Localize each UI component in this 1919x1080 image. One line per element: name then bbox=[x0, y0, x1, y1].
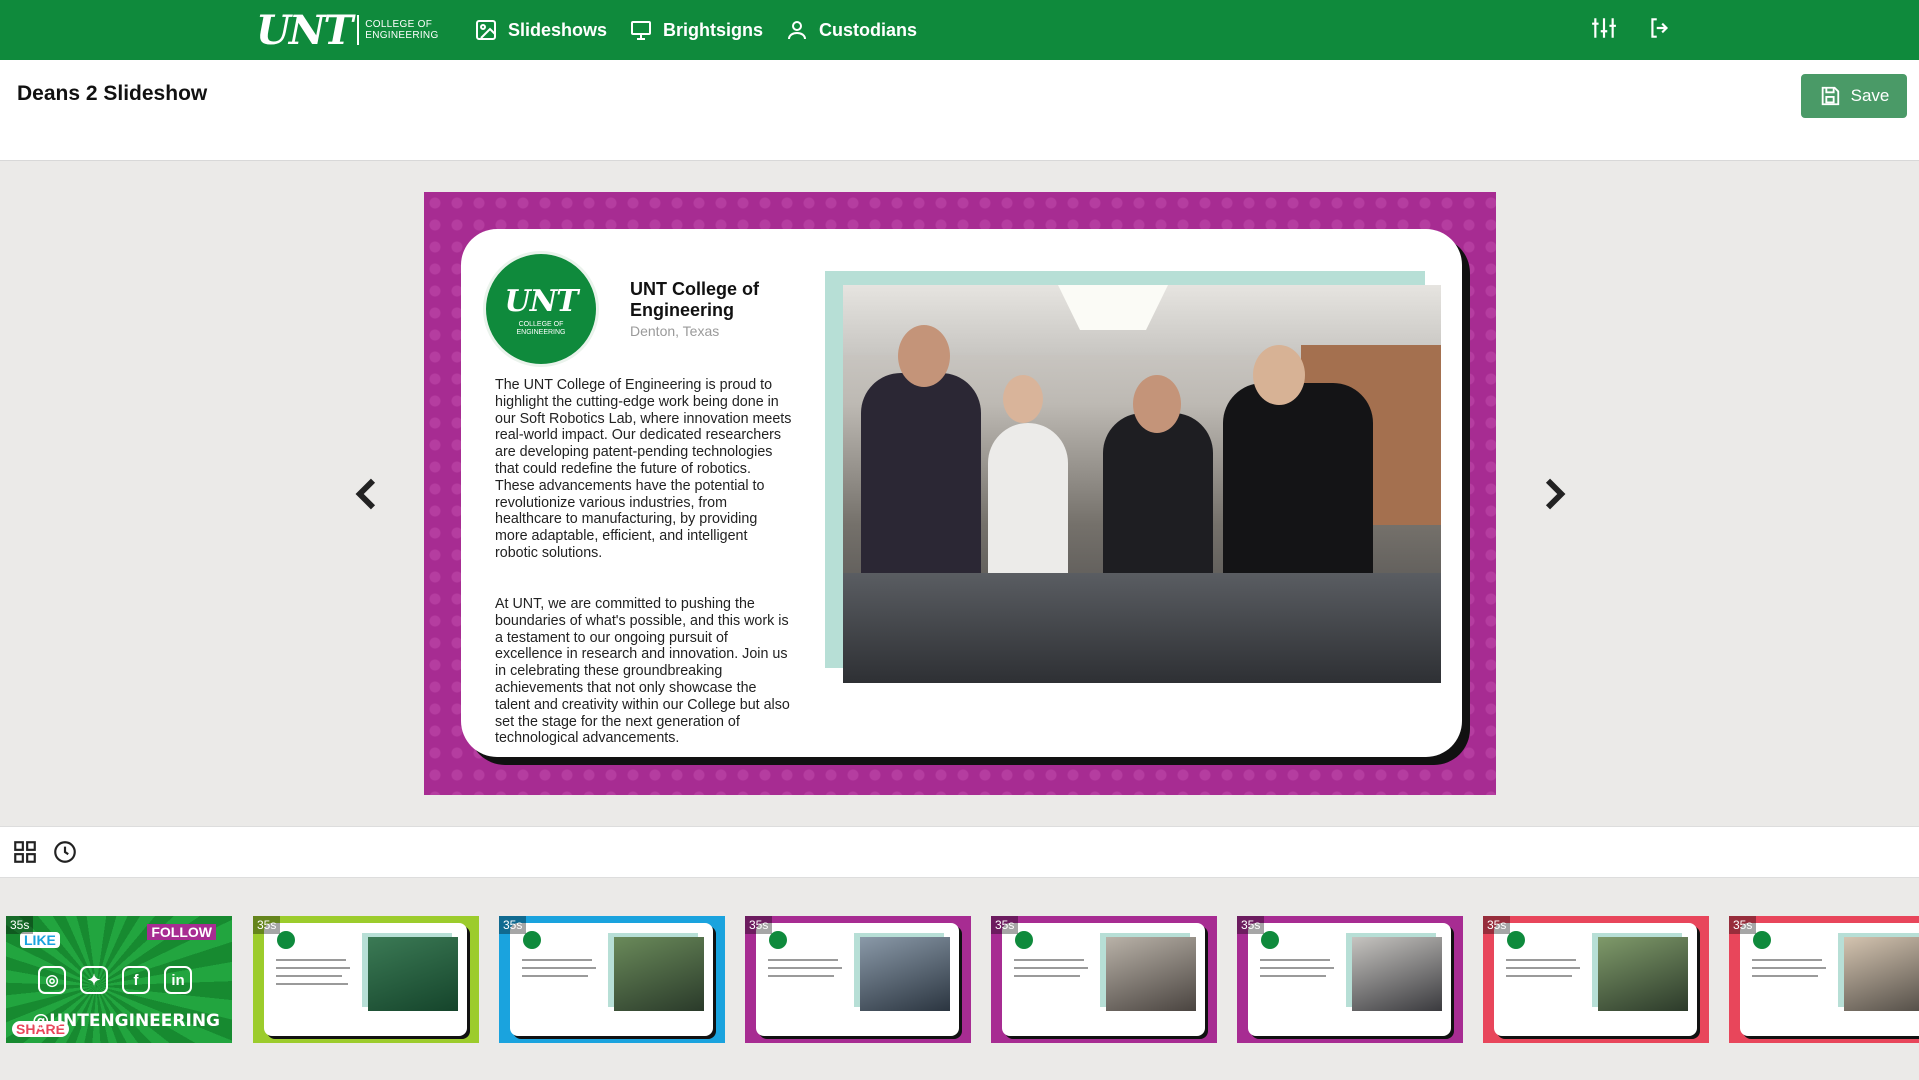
next-slide-button[interactable] bbox=[1533, 474, 1573, 514]
slide-duration: 35s bbox=[6, 916, 34, 934]
slide-thumbnail-2[interactable]: 35s bbox=[253, 916, 479, 1043]
slide-thumbnail-8[interactable]: 35s bbox=[1729, 916, 1919, 1043]
top-navigation-bar: UNT COLLEGE OF ENGINEERING Slideshows Br… bbox=[0, 0, 1919, 60]
slide-duration: 35s bbox=[991, 916, 1019, 934]
previous-slide-button[interactable] bbox=[348, 474, 388, 514]
follow-label: FOLLOW bbox=[147, 924, 216, 940]
chevron-right-icon bbox=[1545, 478, 1566, 510]
clock-icon bbox=[54, 841, 76, 863]
slide-thumbnail-3[interactable]: 35s bbox=[499, 916, 725, 1043]
unt-logo[interactable]: UNT COLLEGE OF ENGINEERING bbox=[256, 4, 439, 56]
social-icons: ◎ ✦ f in bbox=[38, 966, 192, 994]
org-name: UNT College of Engineering bbox=[630, 279, 759, 320]
slide-duration: 35s bbox=[1729, 916, 1757, 934]
logout-button[interactable] bbox=[1647, 15, 1673, 46]
page-header: Deans 2 Slideshow Save bbox=[0, 60, 1919, 161]
slide-thumbnail-4[interactable]: 35s bbox=[745, 916, 971, 1043]
slide-thumbnail-1[interactable]: LIKE FOLLOW ◎ ✦ f in SHARE @UNTENGINEERI… bbox=[6, 916, 232, 1043]
settings-sliders-button[interactable] bbox=[1591, 15, 1617, 46]
slide-stage: UNT COLLEGE OF ENGINEERING UNT College o… bbox=[0, 161, 1919, 826]
slide-duration: 35s bbox=[499, 916, 527, 934]
grid-view-button[interactable] bbox=[12, 839, 38, 865]
nav-custodians-label: Custodians bbox=[819, 19, 918, 40]
nav-custodians[interactable]: Custodians bbox=[785, 18, 917, 42]
slide-preview: UNT COLLEGE OF ENGINEERING UNT College o… bbox=[424, 192, 1496, 795]
filmstrip-toolbar bbox=[0, 826, 1919, 878]
instagram-icon: ◎ bbox=[38, 966, 66, 994]
slide-paragraph-1: The UNT College of Engineering is proud … bbox=[495, 377, 792, 561]
badge-subtitle: COLLEGE OF ENGINEERING bbox=[516, 321, 566, 336]
nav-brightsigns-label: Brightsigns bbox=[663, 19, 764, 40]
timing-button[interactable] bbox=[52, 839, 78, 865]
sliders-icon bbox=[1592, 17, 1616, 38]
nav-brightsigns[interactable]: Brightsigns bbox=[629, 18, 763, 42]
org-location: Denton, Texas bbox=[630, 323, 720, 339]
facebook-icon: f bbox=[122, 966, 150, 994]
like-label: LIKE bbox=[20, 932, 60, 948]
page-title: Deans 2 Slideshow bbox=[17, 82, 208, 105]
nav-slideshows[interactable]: Slideshows bbox=[474, 18, 607, 42]
college-badge: UNT COLLEGE OF ENGINEERING bbox=[483, 251, 599, 367]
linkedin-icon: in bbox=[164, 966, 192, 994]
chevron-left-icon bbox=[355, 478, 376, 510]
save-button-label: Save bbox=[1850, 86, 1890, 105]
slide-thumbnail-7[interactable]: 35s bbox=[1483, 916, 1709, 1043]
slide-paragraph-2: At UNT, we are committed to pushing the … bbox=[495, 596, 790, 747]
user-icon bbox=[788, 21, 807, 40]
save-button[interactable]: Save bbox=[1801, 74, 1907, 118]
top-actions bbox=[1591, 0, 1673, 60]
lab-photo bbox=[843, 285, 1441, 683]
slide-filmstrip: LIKE FOLLOW ◎ ✦ f in SHARE @UNTENGINEERI… bbox=[0, 878, 1919, 1080]
badge-mark: UNT bbox=[504, 284, 579, 319]
slide-duration: 35s bbox=[1483, 916, 1511, 934]
main-nav: Slideshows Brightsigns Custodians bbox=[474, 0, 917, 60]
nav-slideshows-label: Slideshows bbox=[508, 19, 608, 40]
slide-duration: 35s bbox=[253, 916, 281, 934]
grid-icon bbox=[14, 841, 36, 863]
logo-mark: UNT bbox=[256, 6, 353, 54]
slide-card: UNT COLLEGE OF ENGINEERING UNT College o… bbox=[461, 229, 1462, 757]
image-icon bbox=[476, 20, 496, 40]
slide-duration: 35s bbox=[745, 916, 773, 934]
slide-duration: 35s bbox=[1237, 916, 1265, 934]
twitter-icon: ✦ bbox=[80, 966, 108, 994]
logo-subtitle: COLLEGE OF ENGINEERING bbox=[365, 19, 439, 41]
logout-icon bbox=[1651, 17, 1669, 38]
logo-divider bbox=[357, 15, 360, 45]
slide-thumbnail-5[interactable]: 35s bbox=[991, 916, 1217, 1043]
social-handle: @UNTENGINEERING bbox=[32, 1011, 220, 1031]
floppy-disk-icon bbox=[1821, 86, 1839, 106]
monitor-icon bbox=[631, 21, 652, 40]
slide-thumbnail-6[interactable]: 35s bbox=[1237, 916, 1463, 1043]
